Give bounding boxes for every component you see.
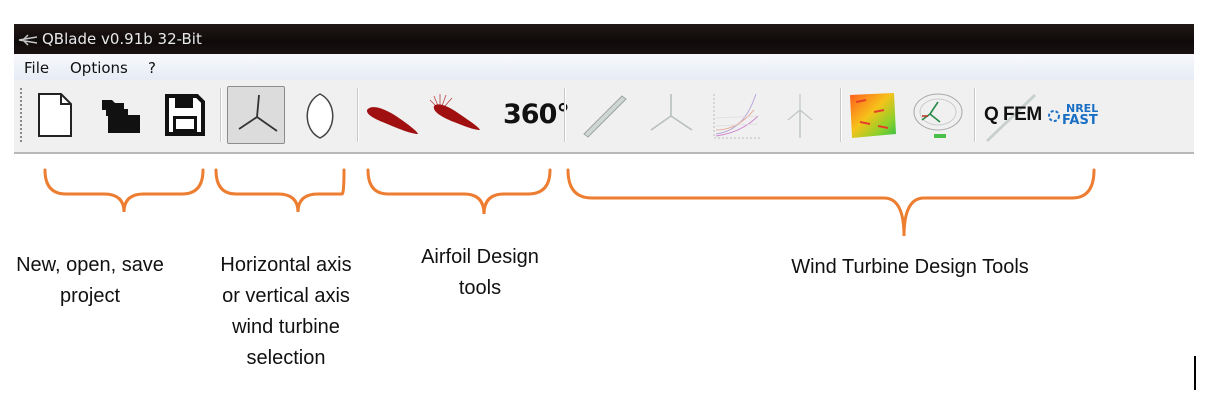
app-window: QBlade v0.91b 32-Bit File Options ? 360°… — [14, 24, 1194, 154]
annotation-airfoil-tools: Airfoil Design tools — [390, 242, 570, 304]
qfem-button[interactable]: Q FEM — [980, 86, 1042, 144]
annotation-line: or vertical axis — [222, 285, 350, 307]
brace-rotor-type — [214, 168, 346, 213]
annotation-rotor-type: Horizontal axis or vertical axis wind tu… — [196, 250, 376, 374]
blade-design-button[interactable] — [574, 86, 632, 144]
menu-options[interactable]: Options — [70, 59, 128, 77]
text-cursor — [1194, 356, 1196, 390]
window-title: QBlade v0.91b 32-Bit — [42, 30, 202, 48]
new-file-icon — [38, 93, 72, 137]
graph-curves-icon — [713, 93, 760, 139]
annotation-braces — [43, 168, 1096, 237]
save-icon — [165, 94, 205, 136]
annotation-turbine-tools: Wind Turbine Design Tools — [740, 252, 1080, 283]
hawt-rotor-icon — [238, 94, 278, 132]
fast-label: FAST — [1062, 113, 1098, 128]
vawt-mode-button[interactable] — [291, 86, 349, 144]
blade-icon — [583, 95, 627, 138]
annotation-line: Horizontal axis — [220, 254, 352, 276]
menu-help[interactable]: ? — [148, 59, 156, 77]
wind-turbine-icon — [787, 94, 813, 138]
characteristic-simulation-button[interactable] — [706, 86, 764, 144]
hawt-mode-button[interactable] — [227, 86, 285, 144]
unsteady-simulation-button[interactable] — [908, 86, 966, 144]
title-bar[interactable]: QBlade v0.91b 32-Bit — [14, 24, 1194, 54]
folder-open-icon — [102, 100, 140, 133]
polar-360-label: 360° — [503, 99, 570, 130]
toolbar-grip[interactable] — [20, 88, 22, 142]
polar-360-button[interactable]: 360° — [498, 86, 570, 144]
airfoil-analysis-icon — [429, 94, 480, 130]
annotation-line: selection — [246, 347, 326, 369]
annotation-line: Airfoil Design — [421, 246, 539, 268]
open-project-button[interactable] — [88, 86, 146, 144]
toolbar-separator — [357, 88, 359, 142]
annotation-line: New, open, save — [16, 254, 164, 276]
wake-simulation-icon — [913, 93, 963, 138]
save-project-button[interactable] — [156, 86, 214, 144]
annotation-line: Wind Turbine Design Tools — [791, 256, 1029, 278]
toolbar-separator — [840, 88, 842, 142]
toolbar-separator — [564, 88, 566, 142]
toolbar-separator — [974, 88, 976, 142]
windfield-heatmap-icon — [850, 93, 896, 138]
annotation-line: tools — [458, 277, 502, 299]
vawt-rotor-icon — [306, 93, 334, 139]
qblade-app-icon — [18, 34, 38, 46]
qfem-label: Q FEM — [984, 104, 1042, 125]
airfoil-analysis-button[interactable] — [426, 86, 484, 144]
turbine-definition-button[interactable] — [770, 86, 828, 144]
toolbar-separator — [220, 88, 222, 142]
main-toolbar: 360° Q FEM NREL FAST — [14, 80, 1194, 154]
windfield-button[interactable] — [844, 86, 902, 144]
menu-file[interactable]: File — [24, 59, 49, 77]
annotation-file-tools: New, open, save project — [0, 250, 180, 312]
brace-turbine-tools — [566, 168, 1096, 237]
brace-airfoil-tools — [366, 168, 552, 215]
nrel-fast-button[interactable]: NREL FAST — [1044, 86, 1102, 144]
new-project-button[interactable] — [28, 86, 86, 144]
airfoil-design-button[interactable] — [362, 86, 420, 144]
airfoil-icon — [366, 107, 418, 134]
rotor-simulation-button[interactable] — [642, 86, 700, 144]
annotation-line: project — [59, 285, 121, 307]
annotation-line: wind turbine — [232, 316, 340, 338]
menu-bar: File Options ? — [14, 54, 1194, 81]
rotor-icon — [650, 94, 693, 131]
brace-file-tools — [43, 168, 205, 213]
